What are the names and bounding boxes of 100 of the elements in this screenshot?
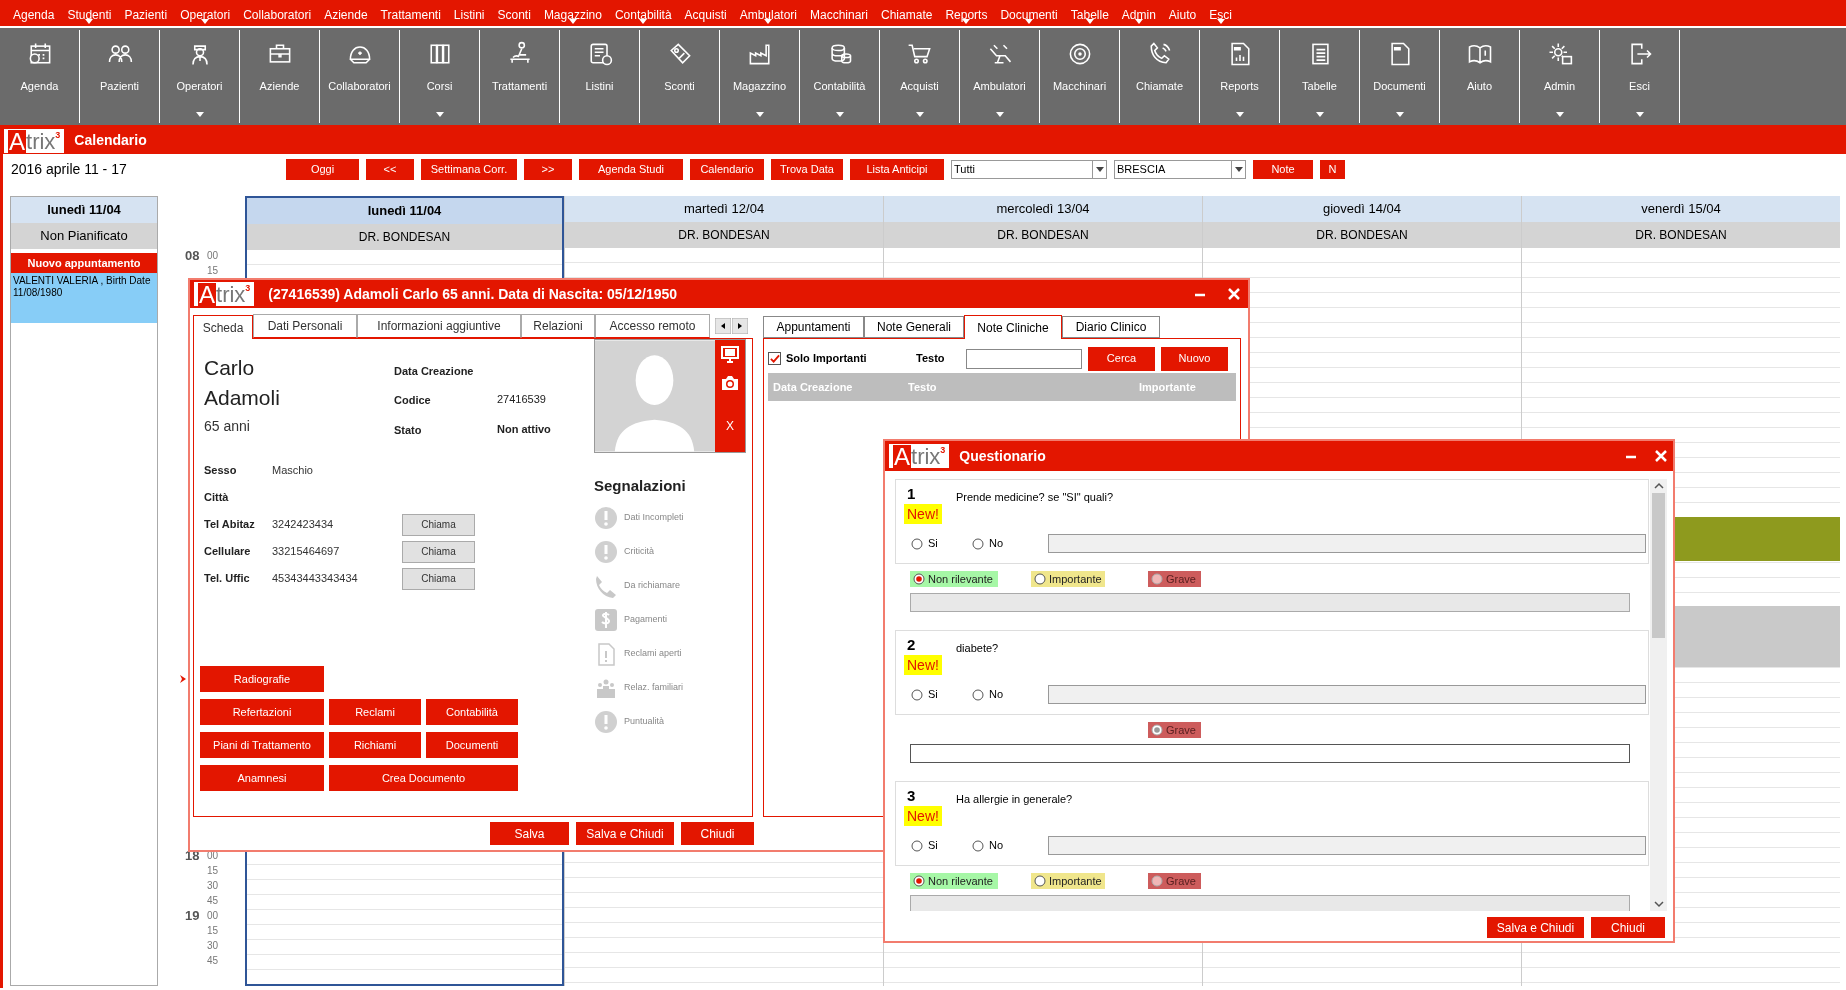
toolbar-button[interactable]: Macchinari: [1040, 30, 1120, 123]
camera-icon[interactable]: [721, 375, 739, 391]
toolbar-button[interactable]: Collaboratori: [320, 30, 400, 123]
new-button[interactable]: Nuovo: [1161, 346, 1228, 371]
toolbar-button[interactable]: Magazzino: [720, 30, 800, 123]
toolbar-button[interactable]: Esci: [1600, 30, 1680, 123]
menu-item[interactable]: Pazienti: [124, 8, 168, 22]
remove-photo-button[interactable]: X: [726, 417, 734, 435]
toolbar-button[interactable]: Settimana Corr.: [421, 158, 517, 180]
checkbox[interactable]: [768, 352, 781, 365]
menu-item[interactable]: Esci: [1209, 8, 1232, 22]
menu-item[interactable]: Macchinari: [810, 8, 869, 22]
tab[interactable]: Note Generali: [864, 316, 964, 338]
menu-item[interactable]: Listini: [453, 8, 485, 22]
alert-label[interactable]: Dati Incompleti: [624, 510, 684, 525]
toolbar-button[interactable]: Calendario: [690, 158, 764, 180]
menu-item[interactable]: Studenti: [67, 8, 112, 22]
note-field[interactable]: [910, 593, 1630, 612]
toolbar-button[interactable]: Oggi: [286, 158, 359, 180]
footer-button[interactable]: Chiudi: [681, 822, 754, 845]
toolbar-button[interactable]: Admin: [1520, 30, 1600, 123]
footer-button[interactable]: Salva: [490, 822, 569, 845]
radio-button[interactable]: [913, 875, 925, 887]
search-button[interactable]: Cerca: [1088, 346, 1155, 371]
appointment-entry[interactable]: VALENTI VALERIA , Birth Date 11/08/1980: [11, 273, 157, 323]
toolbar-button[interactable]: Aiuto: [1440, 30, 1520, 123]
answer-field[interactable]: [1048, 685, 1646, 704]
menu-item[interactable]: Admin: [1121, 8, 1156, 22]
radio-button[interactable]: [972, 688, 984, 701]
footer-button[interactable]: Salva e Chiudi: [1487, 917, 1584, 938]
menu-item[interactable]: Ambulatori: [739, 8, 797, 22]
menu-item[interactable]: Agenda: [13, 8, 55, 22]
radio-button[interactable]: [972, 537, 984, 550]
action-button[interactable]: Anamnesi: [200, 765, 324, 791]
alert-label[interactable]: Criticità: [624, 544, 654, 559]
close-icon[interactable]: [1228, 288, 1240, 300]
radio-button[interactable]: [972, 839, 984, 852]
action-button[interactable]: Documenti: [426, 732, 518, 758]
radio-button[interactable]: [1034, 573, 1046, 585]
scrollbar-thumb[interactable]: [1652, 493, 1665, 638]
call-button[interactable]: Chiama: [402, 540, 475, 563]
alert-label[interactable]: Pagamenti: [624, 612, 668, 627]
toolbar-button[interactable]: <<: [366, 158, 414, 180]
scroll-left-icon[interactable]: [715, 318, 731, 334]
filter-select[interactable]: Tutti: [951, 159, 1107, 179]
toolbar-button[interactable]: >>: [524, 158, 572, 180]
note-field[interactable]: [910, 895, 1630, 911]
action-button[interactable]: Radiografie: [200, 666, 324, 692]
day-header[interactable]: lunedì 11/04: [247, 198, 562, 224]
menu-item[interactable]: Trattamenti: [380, 8, 441, 22]
radio-button[interactable]: [911, 688, 923, 701]
toolbar-button[interactable]: Listini: [560, 30, 640, 123]
menu-item[interactable]: Aiuto: [1168, 8, 1197, 22]
toolbar-button[interactable]: Agenda Studi: [579, 158, 683, 180]
menu-item[interactable]: Tabelle: [1070, 8, 1109, 22]
search-field[interactable]: [966, 348, 1082, 369]
menu-item[interactable]: Magazzino: [543, 8, 602, 22]
tab[interactable]: Dati Personali: [253, 314, 357, 338]
scroll-right-icon[interactable]: [732, 318, 748, 334]
answer-field[interactable]: [1048, 836, 1646, 855]
location-select[interactable]: BRESCIA: [1114, 159, 1246, 179]
alert-label[interactable]: Da richiamare: [624, 578, 681, 593]
severity-option[interactable]: Non rilevante: [910, 873, 998, 889]
menu-item[interactable]: Acquisti: [684, 8, 727, 22]
toolbar-button[interactable]: Chiamate: [1120, 30, 1200, 123]
toolbar-button[interactable]: Pazienti: [80, 30, 160, 123]
menu-item[interactable]: Documenti: [1000, 8, 1058, 22]
scrollbar[interactable]: [1650, 479, 1667, 911]
alert-label[interactable]: Reclami aperti: [624, 646, 682, 661]
note-field[interactable]: [910, 744, 1630, 763]
toolbar-button[interactable]: Sconti: [640, 30, 720, 123]
toolbar-button[interactable]: Documenti: [1360, 30, 1440, 123]
footer-button[interactable]: Salva e Chiudi: [576, 822, 674, 845]
toolbar-button[interactable]: Operatori: [160, 30, 240, 123]
action-button[interactable]: Refertazioni: [200, 699, 324, 725]
toolbar-button[interactable]: Note: [1253, 159, 1313, 179]
action-button[interactable]: Piani di Trattamento: [200, 732, 324, 758]
day-header[interactable]: giovedì 14/04: [1203, 196, 1521, 222]
menu-item[interactable]: Aziende: [324, 8, 368, 22]
menu-item[interactable]: Collaboratori: [243, 8, 312, 22]
day-header[interactable]: mercoledì 13/04: [884, 196, 1202, 222]
tab[interactable]: Informazioni aggiuntive: [357, 314, 521, 338]
toolbar-button[interactable]: Lista Anticipi: [850, 158, 944, 180]
toolbar-button[interactable]: Corsi: [400, 30, 480, 123]
answer-field[interactable]: [1048, 534, 1646, 553]
day-header[interactable]: martedì 12/04: [565, 196, 883, 222]
toolbar-button[interactable]: Aziende: [240, 30, 320, 123]
tab[interactable]: Appuntamenti: [763, 316, 864, 338]
scroll-up-icon[interactable]: [1653, 482, 1664, 490]
scroll-down-icon[interactable]: [1653, 900, 1664, 908]
toolbar-button[interactable]: Tabelle: [1280, 30, 1360, 123]
tab[interactable]: Accesso remoto: [595, 314, 710, 338]
toolbar-button[interactable]: N: [1320, 159, 1345, 179]
menu-item[interactable]: Operatori: [180, 8, 231, 22]
toolbar-button[interactable]: Agenda: [0, 30, 80, 123]
action-button[interactable]: Crea Documento: [329, 765, 518, 791]
tab[interactable]: Diario Clinico: [1062, 316, 1160, 338]
footer-button[interactable]: Chiudi: [1591, 917, 1665, 938]
menu-item[interactable]: Contabilità: [614, 8, 672, 22]
radio-button[interactable]: [1034, 875, 1046, 887]
